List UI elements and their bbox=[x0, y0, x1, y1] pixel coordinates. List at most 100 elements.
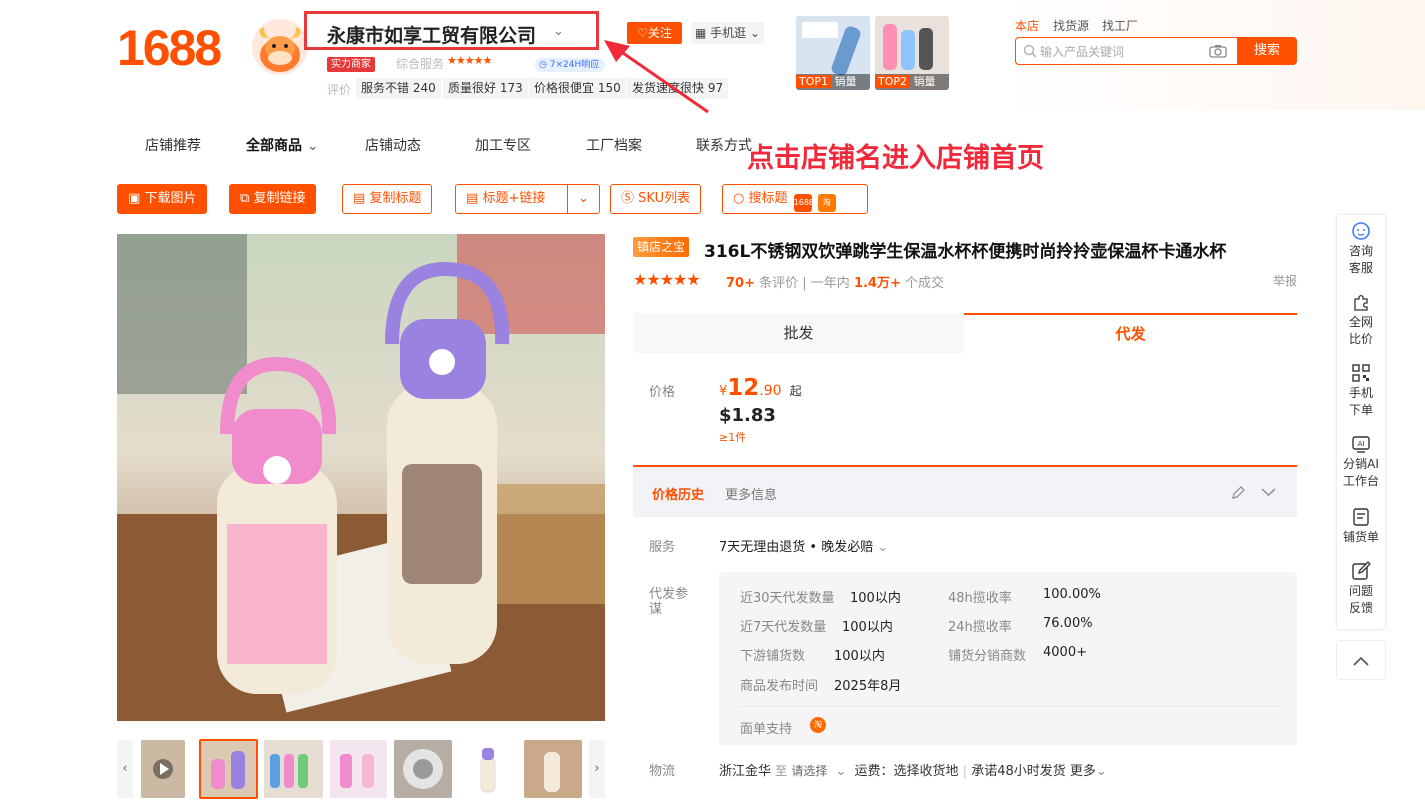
thumbnail[interactable] bbox=[394, 740, 452, 798]
puzzle-icon bbox=[1354, 294, 1368, 311]
price-label: 价格 bbox=[649, 385, 676, 400]
copy-link-button[interactable]: ⧉ 复制链接 bbox=[229, 184, 317, 214]
thumbnail[interactable] bbox=[264, 740, 323, 798]
follow-button[interactable]: ♡关注 bbox=[627, 22, 682, 44]
tool-label: 搜标题 bbox=[748, 191, 788, 206]
top-rank-tag: TOP1 销量 bbox=[796, 74, 870, 90]
ref-key: 24h揽收率 bbox=[948, 620, 1012, 635]
camera-icon[interactable] bbox=[1209, 44, 1227, 58]
thumbnail-video[interactable] bbox=[141, 740, 185, 798]
logistics-destination-select[interactable]: 请选择 bbox=[791, 764, 827, 778]
chevron-down-icon[interactable] bbox=[1261, 487, 1276, 497]
back-to-top-button[interactable] bbox=[1336, 640, 1386, 680]
sold-text: 个成交 bbox=[905, 276, 945, 291]
sold-count: 1.4万+ bbox=[853, 276, 901, 291]
rating-chip: 服务不错 240 bbox=[356, 78, 441, 99]
divider bbox=[740, 706, 1280, 707]
chevron-down-icon[interactable]: ⌄ bbox=[835, 764, 846, 779]
top-rank-label: 销量 bbox=[834, 75, 857, 88]
service-value[interactable]: 7天无理由退货 • 晚发必赔 ⌄ bbox=[719, 536, 888, 555]
thumbnail[interactable] bbox=[524, 740, 582, 798]
nav-contact[interactable]: 联系方式 bbox=[696, 135, 752, 155]
ref-key: 商品发布时间 bbox=[740, 679, 819, 694]
thumbnail-prev-button[interactable]: ‹ bbox=[117, 740, 133, 798]
logistics-label: 物流 bbox=[649, 764, 676, 779]
search-tab-source[interactable]: 找货源 bbox=[1053, 17, 1089, 34]
rail-feedback[interactable]: 问题反馈 bbox=[1337, 561, 1385, 617]
thumbnail[interactable] bbox=[330, 740, 387, 798]
thumbnail-image bbox=[264, 740, 323, 798]
store-name-link[interactable]: 永康市如享工贸有限公司 bbox=[327, 21, 536, 48]
rail-label: 手机下单 bbox=[1348, 386, 1373, 417]
rail-listing[interactable]: 铺货单 bbox=[1337, 507, 1385, 546]
copy-title-button[interactable]: ▤ 复制标题 bbox=[342, 184, 433, 214]
ref-value: 100以内 bbox=[834, 649, 885, 664]
top-product-2[interactable]: TOP2 销量 bbox=[875, 16, 949, 90]
logistics-promise: 承诺48小时发货 bbox=[971, 764, 1066, 779]
logo-1688-icon: 1688 bbox=[793, 194, 814, 212]
report-link[interactable]: 举报 bbox=[1273, 272, 1297, 289]
site-logo[interactable]: 1688 bbox=[117, 20, 222, 76]
rail-label: 问题反馈 bbox=[1348, 584, 1373, 615]
title-link-dropdown[interactable]: ⌄ bbox=[567, 184, 600, 214]
annotation-arrow bbox=[604, 40, 709, 114]
nav-factory-profile[interactable]: 工厂档案 bbox=[586, 135, 642, 155]
price-decimal: .90 bbox=[759, 383, 782, 399]
top-product-1[interactable]: TOP1 销量 bbox=[796, 16, 870, 90]
search-title-button[interactable]: ○ 搜标题 1688 淘 bbox=[722, 184, 868, 214]
sku-list-button[interactable]: Ⓢ SKU列表 bbox=[610, 184, 702, 214]
tool-label: 标题+链接 bbox=[482, 191, 546, 206]
product-main-image[interactable] bbox=[117, 234, 605, 721]
mobile-browse-button[interactable]: ▦ 手机逛 ⌄ bbox=[691, 22, 764, 44]
store-avatar[interactable] bbox=[252, 19, 308, 75]
search-button[interactable]: 搜索 bbox=[1237, 37, 1297, 65]
rail-ai-workbench[interactable]: AI 分销AI工作台 bbox=[1337, 434, 1385, 490]
download-images-button[interactable]: ▣ 下载图片 bbox=[117, 184, 208, 214]
search-tab-store[interactable]: 本店 bbox=[1015, 17, 1039, 34]
ref-key: 48h揽收率 bbox=[948, 591, 1012, 606]
rating-chip: 质量很好 173 bbox=[443, 78, 528, 99]
nav-store-recommend[interactable]: 店铺推荐 bbox=[145, 135, 201, 155]
ref-key: 近7天代发数量 bbox=[740, 620, 827, 635]
dollar-icon: Ⓢ bbox=[621, 191, 635, 206]
tool-label: 复制标题 bbox=[369, 191, 422, 206]
service-score-label: 综合服务 bbox=[396, 57, 445, 71]
image-icon: ▣ bbox=[128, 191, 141, 206]
tab-dropship[interactable]: 代发 bbox=[964, 313, 1297, 353]
title-link-button[interactable]: ▤ 标题+链接 bbox=[455, 184, 568, 214]
thumbnail-image bbox=[459, 740, 517, 798]
nav-processing[interactable]: 加工专区 bbox=[475, 135, 531, 155]
chevron-down-icon[interactable]: ⌄ bbox=[553, 24, 564, 39]
qrcode-icon bbox=[1352, 364, 1370, 382]
rail-mobile-order[interactable]: 手机下单 bbox=[1337, 363, 1385, 419]
rail-customer-service[interactable]: 咨询客服 bbox=[1337, 221, 1385, 277]
edit-icon[interactable] bbox=[1231, 485, 1246, 500]
follow-label: 关注 bbox=[647, 26, 672, 40]
logistics-more-link[interactable]: 更多 bbox=[1070, 764, 1096, 779]
right-rail: 咨询客服 全网比价 手机下单 AI 分销AI工作台 铺货单 问题反馈 bbox=[1336, 214, 1386, 630]
price-history-tab[interactable]: 价格历史 bbox=[652, 484, 704, 503]
thumbnail-image bbox=[141, 740, 185, 798]
ref-key: 近30天代发数量 bbox=[740, 591, 835, 606]
search-input[interactable] bbox=[1040, 42, 1200, 62]
nav-all-products[interactable]: 全部商品 ⌄ bbox=[246, 135, 319, 155]
cow-mascot-icon bbox=[259, 27, 301, 72]
strength-merchant-badge: 实力商家 bbox=[327, 57, 375, 72]
nav-store-news[interactable]: 店铺动态 bbox=[365, 135, 421, 155]
more-info-tab[interactable]: 更多信息 bbox=[725, 484, 777, 503]
product-stars: ★★★★★ bbox=[633, 270, 701, 289]
search-tab-factory[interactable]: 找工厂 bbox=[1102, 17, 1138, 34]
thumbnail-next-button[interactable]: › bbox=[589, 740, 605, 798]
review-summary[interactable]: 70+ 条评价 | 一年内 1.4万+ 个成交 bbox=[726, 272, 944, 291]
rail-price-compare[interactable]: 全网比价 bbox=[1337, 292, 1385, 348]
chevron-down-icon[interactable]: ⌄ bbox=[1096, 764, 1107, 779]
thumbnail-selected[interactable] bbox=[199, 739, 258, 799]
badge-label: 实力商家 bbox=[331, 59, 371, 70]
thumbnail[interactable] bbox=[459, 740, 517, 798]
document-icon: ▤ bbox=[353, 191, 366, 206]
chevron-left-icon: ‹ bbox=[122, 761, 128, 776]
price-integer: 12 bbox=[727, 375, 760, 401]
tool-label: 复制链接 bbox=[253, 191, 306, 206]
service-label: 服务 bbox=[649, 540, 676, 555]
tab-wholesale[interactable]: 批发 bbox=[633, 313, 964, 353]
